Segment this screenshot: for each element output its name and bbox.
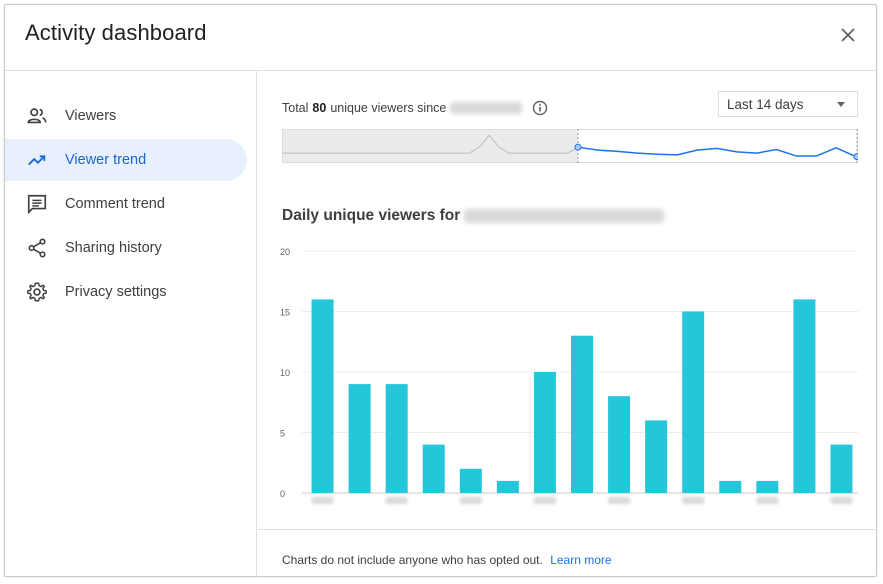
date-range-select[interactable]: Last 14 days [718, 91, 858, 117]
viewer-count: 80 [312, 101, 327, 115]
summary-suffix: unique viewers since [330, 101, 447, 115]
learn-more-link[interactable]: Learn more [550, 553, 611, 567]
redacted-date [450, 102, 523, 114]
bar[interactable] [571, 335, 593, 493]
sidebar-item-label: Viewers [65, 108, 117, 124]
sidebar-item-label: Privacy settings [65, 284, 167, 300]
bar[interactable] [496, 480, 519, 493]
footer-text: Charts do not include anyone who has opt… [282, 553, 543, 567]
y-tick-label: 10 [280, 368, 290, 378]
sidebar-item-comment-trend[interactable]: Comment trend [5, 183, 247, 225]
x-tick-label-redacted [830, 497, 853, 504]
close-button[interactable] [836, 23, 860, 47]
range-sparkline[interactable] [282, 129, 858, 163]
bar[interactable] [645, 420, 668, 493]
people-icon [25, 104, 49, 128]
summary-prefix: Total [282, 101, 309, 115]
sidebar-item-label: Comment trend [65, 196, 165, 212]
x-tick-label-redacted [608, 497, 631, 504]
range-handle[interactable] [853, 153, 858, 161]
bar[interactable] [719, 480, 742, 493]
main-panel: Total 80 unique viewers since Last 14 da… [258, 71, 877, 577]
x-tick-label-redacted [459, 497, 482, 504]
dialog-title: Activity dashboard [25, 20, 207, 45]
bar[interactable] [422, 444, 445, 493]
bar[interactable] [348, 384, 371, 493]
dialog-footer: Charts do not include anyone who has opt… [258, 529, 877, 577]
x-tick-label-redacted [385, 497, 408, 504]
bar[interactable] [385, 384, 408, 493]
sidebar-item-privacy-settings[interactable]: Privacy settings [5, 271, 247, 313]
bar[interactable] [756, 480, 779, 493]
sparkline-past-shade [282, 129, 578, 163]
date-range-value: Last 14 days [727, 96, 804, 112]
bar[interactable] [459, 468, 482, 493]
sidebar-item-label: Sharing history [65, 240, 162, 256]
activity-dashboard-dialog: Activity dashboard Viewers Viewer trend … [4, 4, 877, 577]
x-tick-label-redacted [682, 497, 705, 504]
y-tick-label: 0 [280, 489, 285, 499]
sidebar-item-viewer-trend[interactable]: Viewer trend [5, 139, 247, 181]
trending-up-icon [25, 148, 49, 172]
x-tick-label-redacted [533, 497, 556, 504]
total-viewers-summary: Total 80 unique viewers since [282, 100, 548, 116]
range-handle[interactable] [574, 143, 582, 151]
y-tick-label: 15 [280, 308, 290, 318]
bar[interactable] [830, 444, 853, 493]
sidebar-nav: Viewers Viewer trend Comment trend Shari… [5, 71, 257, 577]
sidebar-item-viewers[interactable]: Viewers [5, 95, 247, 137]
chart-heading: Daily unique viewers for [282, 207, 665, 225]
daily-viewers-bar-chart: 0 5 10 15 20 [280, 247, 858, 504]
bar[interactable] [533, 372, 556, 493]
chevron-down-icon [837, 102, 845, 107]
x-tick-label-redacted [756, 497, 779, 504]
bar[interactable] [608, 396, 631, 493]
sidebar-item-sharing-history[interactable]: Sharing history [5, 227, 247, 269]
y-tick-label: 5 [280, 429, 285, 439]
comment-icon [25, 192, 49, 216]
bar[interactable] [311, 299, 334, 493]
chart-heading-text: Daily unique viewers for [282, 207, 461, 224]
sparkline-recent [577, 146, 857, 158]
footer-note: Charts do not include anyone who has opt… [282, 553, 612, 567]
bar[interactable] [793, 299, 816, 493]
gear-icon [25, 280, 49, 304]
bar[interactable] [682, 311, 705, 494]
info-icon[interactable] [532, 100, 548, 116]
close-icon [841, 28, 855, 42]
share-icon [25, 236, 49, 260]
x-tick-label-redacted [311, 497, 334, 504]
redacted-date-range [464, 209, 665, 223]
dialog-header: Activity dashboard [5, 5, 876, 71]
sidebar-item-label: Viewer trend [65, 152, 147, 168]
y-tick-label: 20 [280, 247, 290, 257]
